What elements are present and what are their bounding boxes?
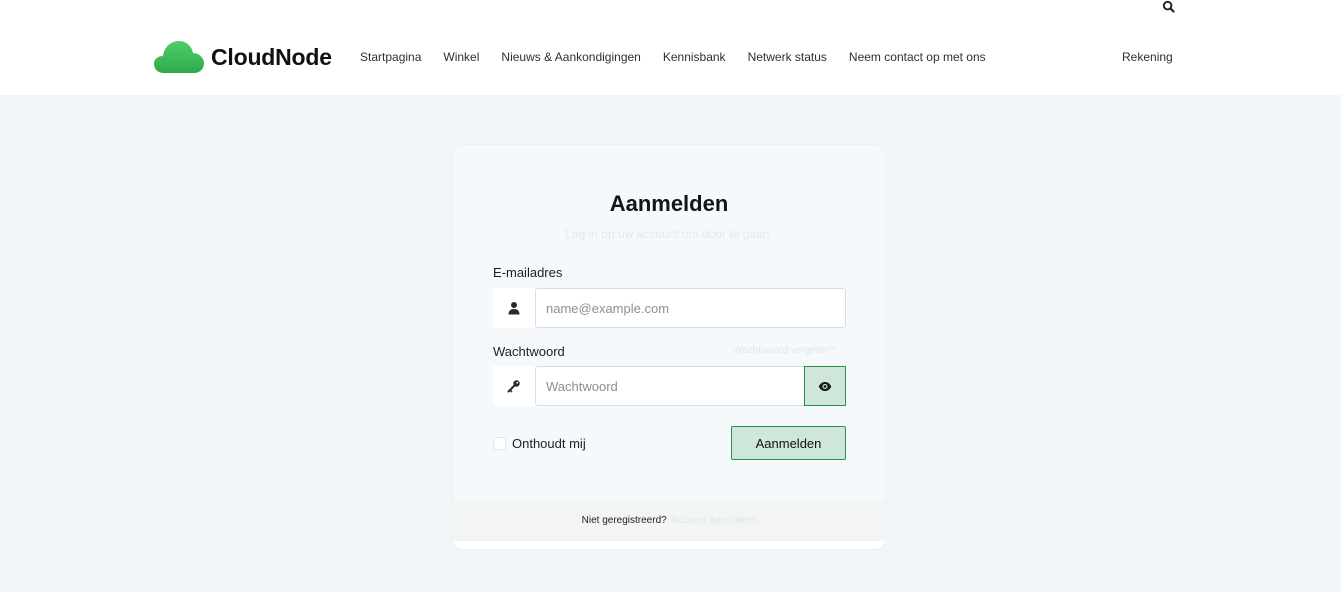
password-input[interactable] (535, 366, 805, 406)
email-input[interactable] (535, 288, 846, 328)
email-label: E-mailadres (493, 265, 563, 280)
login-submit-button[interactable]: Aanmelden (731, 426, 846, 460)
forgot-password-link[interactable]: Wachtwoord vergeten? (733, 345, 835, 356)
remember-me-checkbox[interactable] (493, 437, 506, 450)
nav-item-contact[interactable]: Neem contact op met ons (849, 50, 986, 64)
remember-me: Onthoudt mij (493, 436, 586, 451)
nav-item-knowledgebase[interactable]: Kennisbank (663, 50, 726, 64)
create-account-link[interactable]: Account aanmaken (671, 515, 757, 526)
card-bottom-strip (453, 541, 885, 549)
login-title: Aanmelden (609, 191, 729, 216)
account-menu[interactable]: Rekening (1122, 50, 1173, 64)
toggle-password-visibility-button[interactable] (804, 366, 846, 406)
nav-item-store[interactable]: Winkel (443, 50, 479, 64)
brand-logo[interactable]: CloudNode (154, 40, 332, 74)
remember-me-label[interactable]: Onthoudt mij (512, 436, 586, 451)
register-footer: Niet geregistreerd? Account aanmaken (453, 500, 885, 541)
nav-item-news[interactable]: Nieuws & Aankondigingen (501, 50, 640, 64)
email-input-group (493, 288, 846, 328)
cloud-logo-icon (154, 41, 204, 73)
search-icon[interactable] (1162, 0, 1176, 14)
login-card: Aanmelden Log in op uw account om door t… (453, 145, 885, 549)
main-nav: Startpagina Winkel Nieuws & Aankondiging… (360, 50, 1008, 64)
eye-icon (818, 381, 832, 391)
nav-item-home[interactable]: Startpagina (360, 50, 421, 64)
nav-item-network-status[interactable]: Netwerk status (748, 50, 827, 64)
login-subtitle: Log in op uw account om door te gaan. (565, 227, 773, 241)
password-input-group (493, 366, 846, 406)
register-question: Niet geregistreerd? (581, 515, 667, 526)
brand-name: CloudNode (211, 43, 332, 70)
password-label: Wachtwoord (493, 344, 565, 359)
key-icon (493, 366, 535, 406)
site-header: CloudNode Startpagina Winkel Nieuws & Aa… (0, 0, 1341, 95)
user-icon (493, 288, 535, 328)
